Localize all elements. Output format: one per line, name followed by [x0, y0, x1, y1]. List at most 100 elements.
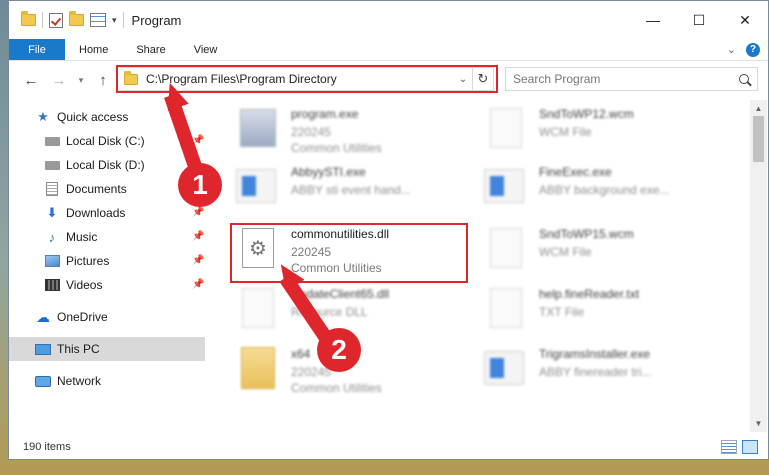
sidebar-item-local-disk-d[interactable]: Local Disk (D:)	[44, 153, 145, 177]
file-name: SndToWP15.wcm	[539, 227, 634, 241]
window-title: Program	[131, 12, 182, 28]
sidebar-item-this-pc[interactable]: This PC	[9, 337, 205, 361]
document-file-icon	[490, 108, 522, 148]
file-detail: 220245	[291, 125, 332, 139]
window-controls: — ☐ ✕	[630, 1, 768, 39]
sidebar-item-label: This PC	[57, 342, 100, 356]
application-icon	[236, 169, 276, 203]
file-detail: ABBY sti event hand...	[291, 183, 411, 197]
sidebar-item-label: Documents	[66, 182, 127, 196]
sidebar-item-downloads[interactable]: ⬇ Downloads	[44, 201, 126, 225]
file-item-abbyysti[interactable]: AbbyySTI.exe ABBY sti event hand...	[216, 158, 456, 216]
file-detail: ABBY finereader tri...	[539, 365, 652, 379]
tab-share[interactable]: Share	[122, 39, 179, 60]
document-file-icon	[490, 228, 522, 268]
pin-icon[interactable]: 📌	[192, 231, 204, 242]
help-icon[interactable]: ?	[746, 42, 760, 57]
sidebar-item-network[interactable]: Network	[35, 369, 101, 393]
pc-icon	[35, 343, 51, 355]
search-input[interactable]	[506, 72, 726, 86]
sidebar-item-quick-access[interactable]: ★ Quick access	[35, 105, 128, 129]
file-detail: WCM File	[539, 125, 592, 139]
videos-icon	[44, 279, 60, 291]
sidebar-item-local-disk-c[interactable]: Local Disk (C:)	[44, 129, 145, 153]
properties-icon[interactable]	[90, 13, 106, 27]
details-view-icon[interactable]	[721, 440, 737, 454]
folder-icon	[241, 347, 275, 389]
sidebar-item-label: Music	[66, 230, 98, 244]
step-badge-2: 2	[317, 328, 361, 372]
new-folder-icon[interactable]	[69, 11, 84, 26]
file-name: TrigramsInstaller.exe	[539, 347, 650, 361]
sidebar-item-label: Quick access	[57, 110, 129, 124]
tiles-view-icon[interactable]	[742, 440, 758, 454]
vertical-scrollbar[interactable]: ▲ ▼	[750, 100, 767, 432]
sidebar-item-onedrive[interactable]: ☁ OneDrive	[35, 305, 108, 329]
file-name: help.fineReader.txt	[539, 287, 640, 301]
customize-dropdown-icon[interactable]: ▾	[112, 15, 117, 26]
status-bar: 190 items	[9, 435, 768, 459]
forward-button[interactable]: →	[45, 72, 73, 89]
scroll-down-icon[interactable]: ▼	[750, 415, 767, 432]
ribbon-tabs: File Home Share View ⌄ ?	[9, 39, 768, 61]
tab-view[interactable]: View	[180, 39, 232, 60]
cloud-icon: ☁	[36, 308, 50, 325]
sidebar-item-pictures[interactable]: Pictures	[44, 249, 109, 273]
file-item-fineexec[interactable]: FineExec.exe ABBY background exe...	[464, 158, 704, 216]
exe-file-icon	[240, 109, 276, 147]
sidebar-item-label: Local Disk (C:)	[66, 134, 145, 148]
sidebar-item-label: Pictures	[66, 254, 110, 268]
tab-home[interactable]: Home	[65, 39, 122, 60]
minimize-button[interactable]: —	[630, 1, 676, 39]
file-item-program-exe[interactable]: program.exe 220245 Common Utilities	[216, 100, 456, 158]
close-button[interactable]: ✕	[722, 1, 768, 39]
sidebar-item-label: Network	[57, 374, 102, 388]
file-item-trigramsinstaller[interactable]: TrigramsInstaller.exe ABBY finereader tr…	[464, 340, 704, 398]
scrollbar-thumb[interactable]	[753, 116, 764, 162]
search-box[interactable]	[505, 67, 758, 91]
up-button[interactable]: ↑	[89, 72, 117, 89]
file-name: AbbyySTI.exe	[291, 165, 366, 179]
document-file-icon	[242, 288, 274, 328]
sidebar-item-documents[interactable]: Documents	[44, 177, 127, 201]
pin-icon[interactable]: 📌	[192, 207, 204, 218]
properties-check-icon[interactable]	[49, 12, 63, 28]
application-icon	[484, 169, 524, 203]
toolbar-divider	[122, 12, 124, 28]
ribbon-right: ⌄ ?	[727, 39, 768, 60]
sidebar-item-label: Downloads	[66, 206, 126, 220]
expand-ribbon-icon[interactable]: ⌄	[727, 43, 736, 56]
file-detail: TXT File	[539, 305, 585, 319]
file-detail: Common Utilities	[291, 141, 382, 155]
scroll-up-icon[interactable]: ▲	[750, 100, 767, 117]
tab-file[interactable]: File	[9, 39, 65, 60]
navigation-pane: ★ Quick access Local Disk (C:) 📌 Local D…	[9, 100, 205, 432]
file-name: FineExec.exe	[539, 165, 612, 179]
file-name: SndToWP12.wcm	[539, 107, 634, 121]
pin-icon[interactable]: 📌	[192, 279, 204, 290]
explorer-window: ▾ Program — ☐ ✕ File Home Share View ⌄ ?…	[8, 0, 769, 460]
star-icon: ★	[37, 109, 49, 124]
sidebar-item-music[interactable]: ♪ Music	[44, 225, 98, 249]
pin-icon[interactable]: 📌	[192, 255, 204, 266]
back-button[interactable]: ←	[17, 72, 45, 89]
step-badge-1: 1	[178, 163, 222, 207]
file-item-help-finereader[interactable]: help.fineReader.txt TXT File	[464, 280, 704, 338]
file-name: x64	[291, 347, 311, 361]
file-item-sndtowp12[interactable]: SndToWP12.wcm WCM File	[464, 100, 704, 158]
maximize-button[interactable]: ☐	[676, 1, 722, 39]
view-toggle	[721, 440, 758, 454]
sidebar-item-videos[interactable]: Videos	[44, 273, 102, 297]
search-icon[interactable]	[739, 74, 749, 84]
toolbar-divider	[42, 12, 43, 28]
file-item-sndtowp15[interactable]: SndToWP15.wcm WCM File	[464, 220, 704, 278]
sidebar-item-label: OneDrive	[57, 310, 108, 324]
file-detail: WCM File	[539, 245, 592, 259]
recent-locations-icon[interactable]: ▾	[73, 75, 89, 86]
folder-icon[interactable]	[21, 11, 36, 26]
quick-access-toolbar: ▾	[9, 11, 124, 28]
file-highlight-box	[230, 223, 468, 283]
download-icon: ⬇	[46, 205, 58, 220]
disk-icon	[44, 160, 60, 170]
sidebar-item-label: Local Disk (D:)	[66, 158, 145, 172]
